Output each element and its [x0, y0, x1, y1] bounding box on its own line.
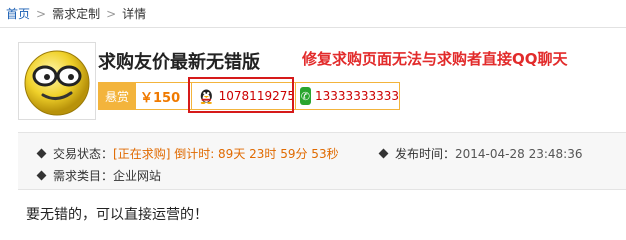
avatar — [18, 42, 96, 120]
phone-contact-link[interactable]: ✆ 13333333333 — [296, 82, 400, 110]
category-row: 需求类目： 企业网站 — [36, 167, 162, 184]
category-label: 需求类目： — [53, 169, 114, 183]
breadcrumb: 首页 > 需求定制 > 详情 — [0, 0, 626, 28]
request-description: 要无错的，可以直接运营的！ — [26, 207, 208, 223]
category-value: 企业网站 — [113, 169, 162, 183]
publish-value: 2014-04-28 23:48:36 — [455, 146, 583, 161]
contact-bar: 悬赏 ￥150 1078119275 ✆ 13333333333 — [98, 77, 400, 113]
annotation-note: 修复求购页面无法与求购者直接QQ聊天 — [302, 50, 568, 68]
request-card: 求购友价最新无错版 修复求购页面无法与求购者直接QQ聊天 悬赏 ￥150 107… — [18, 38, 626, 126]
qq-highlight-box — [188, 77, 294, 113]
diamond-bullet-icon — [36, 148, 47, 159]
breadcrumb-item-detail: 详情 — [122, 7, 147, 21]
phone-number: 13333333333 — [315, 89, 399, 103]
breadcrumb-separator: > — [36, 6, 47, 21]
status-label: 交易状态： — [53, 147, 114, 161]
breadcrumb-item-category[interactable]: 需求定制 — [52, 5, 100, 22]
reward-value: ￥150 — [136, 82, 192, 110]
breadcrumb-home-link[interactable]: 首页 — [6, 5, 30, 22]
status-value: [正在求购] 倒计时: 89天 23时 59分 53秒 — [113, 147, 339, 161]
smiley-avatar-icon — [24, 50, 90, 116]
request-info-panel: 交易状态： [正在求购] 倒计时: 89天 23时 59分 53秒 发布时间： … — [18, 132, 626, 190]
diamond-bullet-icon — [378, 148, 389, 159]
request-title: 求购友价最新无错版 — [98, 52, 260, 73]
reward-label: 悬赏 — [98, 82, 136, 110]
phone-icon: ✆ — [300, 87, 312, 105]
qq-contact-link[interactable]: 1078119275 — [188, 77, 296, 113]
publish-time-row: 发布时间： 2014-04-28 23:48:36 — [378, 145, 583, 162]
status-row: 交易状态： [正在求购] 倒计时: 89天 23时 59分 53秒 — [36, 145, 339, 162]
diamond-bullet-icon — [36, 170, 47, 181]
publish-label: 发布时间： — [395, 147, 456, 161]
breadcrumb-separator: > — [106, 6, 117, 21]
